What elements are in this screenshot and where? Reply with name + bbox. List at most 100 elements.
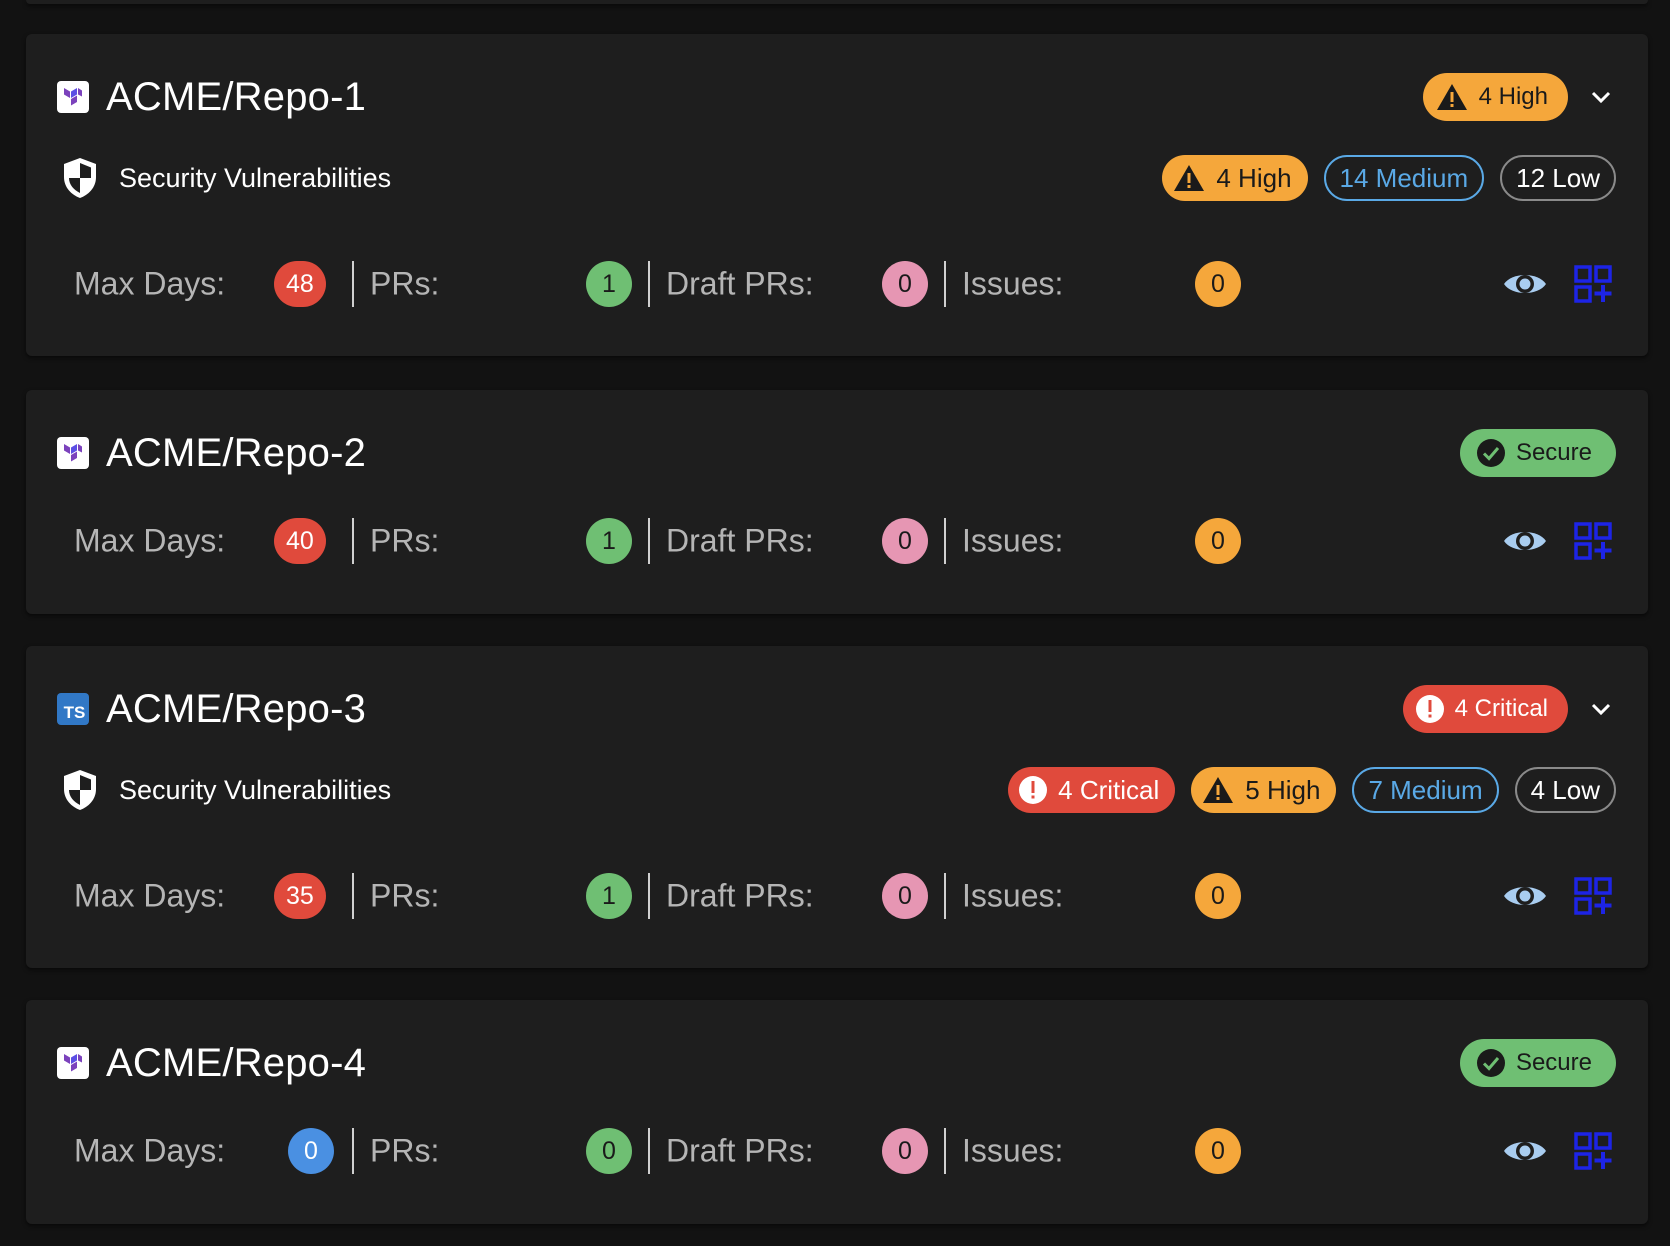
draft-prs-label: Draft PRs: bbox=[666, 877, 814, 914]
previous-card-edge bbox=[26, 0, 1648, 4]
low-chip[interactable]: 12 Low bbox=[1500, 155, 1616, 201]
issues-count: 0 bbox=[1195, 518, 1241, 564]
high-chip-label: 4 High bbox=[1216, 162, 1292, 193]
draft-prs-count: 0 bbox=[882, 1128, 928, 1174]
draft-prs-label: Draft PRs: bbox=[666, 265, 814, 302]
add-app-icon[interactable] bbox=[1574, 522, 1612, 560]
alert-circle-icon bbox=[1019, 776, 1048, 804]
prs-count: 1 bbox=[586, 261, 632, 307]
terraform-icon bbox=[57, 81, 89, 113]
view-eye-icon[interactable] bbox=[1502, 526, 1548, 556]
draft-prs-count: 0 bbox=[882, 261, 928, 307]
max-days-count: 35 bbox=[274, 873, 326, 919]
repo-card: ACME/Repo-2 Secure Max Days: 40 PRs: 1 D… bbox=[26, 390, 1648, 614]
repo-card: ACME/Repo-1 4 High Security Vulnerabilit… bbox=[26, 34, 1648, 356]
divider bbox=[352, 261, 354, 307]
divider bbox=[944, 261, 946, 307]
warning-icon bbox=[1203, 777, 1234, 803]
divider bbox=[352, 518, 354, 564]
draft-prs-count: 0 bbox=[882, 518, 928, 564]
stats-row: Max Days: 0 PRs: 0 Draft PRs: 0 Issues: … bbox=[26, 1127, 1616, 1175]
add-app-icon[interactable] bbox=[1574, 877, 1612, 915]
status-badge-label: 4 Critical bbox=[1454, 695, 1548, 722]
repo-name[interactable]: ACME/Repo-3 bbox=[106, 687, 366, 732]
critical-chip[interactable]: 4 Critical bbox=[1008, 767, 1176, 813]
medium-chip[interactable]: 14 Medium bbox=[1323, 155, 1485, 201]
repo-name[interactable]: ACME/Repo-1 bbox=[106, 75, 366, 120]
high-chip[interactable]: 5 High bbox=[1191, 767, 1337, 813]
divider bbox=[648, 873, 650, 919]
status-badge-critical: 4 Critical bbox=[1402, 685, 1568, 733]
terraform-icon bbox=[57, 437, 89, 469]
view-eye-icon[interactable] bbox=[1502, 269, 1548, 299]
divider bbox=[944, 1128, 946, 1174]
view-eye-icon[interactable] bbox=[1502, 881, 1548, 911]
status-badge-label: Secure bbox=[1515, 439, 1592, 466]
stats-row: Max Days: 48 PRs: 1 Draft PRs: 0 Issues:… bbox=[26, 260, 1616, 308]
divider bbox=[944, 873, 946, 919]
prs-label: PRs: bbox=[370, 1132, 440, 1169]
typescript-icon-text: TS bbox=[63, 703, 86, 722]
vulnerabilities-label: Security Vulnerabilities bbox=[119, 774, 392, 805]
vulnerabilities-label: Security Vulnerabilities bbox=[119, 162, 392, 193]
prs-count: 1 bbox=[586, 873, 632, 919]
issues-label: Issues: bbox=[962, 265, 1064, 302]
repo-dashboard: ACME/Repo-1 4 High Security Vulnerabilit… bbox=[0, 0, 1670, 1246]
expand-chevron-icon[interactable] bbox=[1586, 694, 1616, 724]
issues-label: Issues: bbox=[962, 1132, 1064, 1169]
low-chip[interactable]: 4 Low bbox=[1514, 767, 1616, 813]
add-app-icon[interactable] bbox=[1574, 1132, 1612, 1170]
shield-icon bbox=[64, 158, 96, 198]
draft-prs-count: 0 bbox=[882, 873, 928, 919]
repo-name[interactable]: ACME/Repo-4 bbox=[106, 1041, 366, 1086]
draft-prs-label: Draft PRs: bbox=[666, 1132, 814, 1169]
issues-count: 0 bbox=[1195, 873, 1241, 919]
vulnerability-chips: 4 Critical 5 High 7 Medium 4 Low bbox=[1008, 767, 1616, 813]
vulnerability-chips: 4 High 14 Medium 12 Low bbox=[1162, 155, 1616, 201]
warning-icon bbox=[1436, 84, 1467, 110]
issues-label: Issues: bbox=[962, 522, 1064, 559]
terraform-icon bbox=[57, 1047, 89, 1079]
divider bbox=[648, 518, 650, 564]
alert-circle-icon bbox=[1415, 695, 1444, 723]
status-badge-label: 4 High bbox=[1478, 83, 1548, 110]
repo-card-header: ACME/Repo-4 Secure bbox=[57, 1039, 1616, 1087]
prs-count: 0 bbox=[586, 1128, 632, 1174]
divider bbox=[648, 261, 650, 307]
add-app-icon[interactable] bbox=[1574, 265, 1612, 303]
medium-chip[interactable]: 7 Medium bbox=[1352, 767, 1499, 813]
high-chip[interactable]: 4 High bbox=[1162, 155, 1308, 201]
repo-card-header: ACME/Repo-1 4 High bbox=[57, 73, 1616, 121]
warning-icon bbox=[1174, 165, 1205, 191]
vulnerabilities-row: Security Vulnerabilities 4 High 14 Mediu… bbox=[57, 154, 1616, 202]
repo-card: ACME/Repo-4 Secure Max Days: 0 PRs: 0 Dr… bbox=[26, 1000, 1648, 1224]
stats-row: Max Days: 35 PRs: 1 Draft PRs: 0 Issues:… bbox=[26, 872, 1616, 920]
prs-label: PRs: bbox=[370, 522, 440, 559]
max-days-label: Max Days: bbox=[74, 1132, 226, 1169]
check-circle-icon bbox=[1476, 1049, 1505, 1077]
shield-icon bbox=[64, 770, 96, 810]
expand-chevron-icon[interactable] bbox=[1586, 82, 1616, 112]
vulnerabilities-row: Security Vulnerabilities 4 Critical 5 Hi… bbox=[57, 766, 1616, 814]
check-circle-icon bbox=[1476, 439, 1505, 467]
max-days-label: Max Days: bbox=[74, 265, 226, 302]
draft-prs-label: Draft PRs: bbox=[666, 522, 814, 559]
prs-count: 1 bbox=[586, 518, 632, 564]
max-days-count: 0 bbox=[288, 1128, 334, 1174]
view-eye-icon[interactable] bbox=[1502, 1136, 1548, 1166]
repo-name[interactable]: ACME/Repo-2 bbox=[106, 431, 366, 476]
status-badge-label: Secure bbox=[1515, 1049, 1592, 1076]
typescript-icon: TS bbox=[57, 693, 89, 725]
divider bbox=[944, 518, 946, 564]
max-days-label: Max Days: bbox=[74, 877, 226, 914]
repo-card: TS ACME/Repo-3 4 Critical Security Vulne… bbox=[26, 646, 1648, 968]
status-badge-secure: Secure bbox=[1459, 1039, 1616, 1087]
status-badge-high: 4 High bbox=[1422, 73, 1568, 121]
prs-label: PRs: bbox=[370, 877, 440, 914]
repo-card-header: ACME/Repo-2 Secure bbox=[57, 429, 1616, 477]
issues-label: Issues: bbox=[962, 877, 1064, 914]
divider bbox=[352, 1128, 354, 1174]
max-days-count: 48 bbox=[274, 261, 326, 307]
stats-row: Max Days: 40 PRs: 1 Draft PRs: 0 Issues:… bbox=[26, 517, 1616, 565]
divider bbox=[648, 1128, 650, 1174]
